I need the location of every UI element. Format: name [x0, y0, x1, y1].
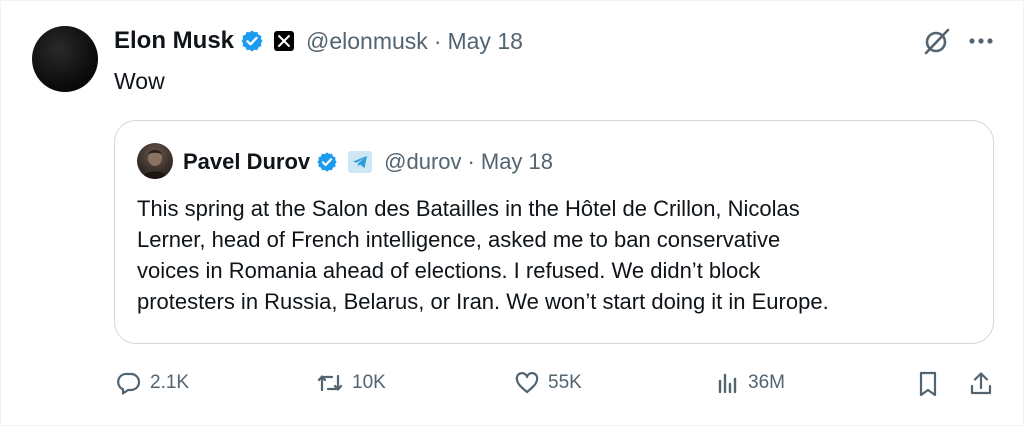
telegram-icon[interactable]: [348, 151, 373, 173]
quoted-verified-badge-icon[interactable]: [316, 151, 338, 173]
tweet-date[interactable]: May 18: [447, 28, 522, 55]
reply-count: 2.1K: [150, 372, 190, 393]
retweet-icon: [317, 374, 343, 392]
views-button[interactable]: 36M: [716, 370, 785, 396]
author-name[interactable]: Elon Musk: [114, 27, 234, 55]
author-avatar[interactable]: [32, 26, 98, 92]
tweet-text: Wow: [114, 68, 165, 94]
bookmark-button[interactable]: [916, 370, 940, 398]
tweet-header: Elon Musk @elonmusk · May 18: [114, 26, 523, 56]
share-button[interactable]: [968, 370, 994, 398]
quoted-text-line: protesters in Russia, Belarus, or Iran. …: [137, 289, 829, 314]
reply-button[interactable]: 2.1K: [116, 370, 189, 396]
reply-icon: [117, 372, 141, 395]
share-icon: [970, 372, 992, 395]
quoted-tweet[interactable]: Pavel Durov @durov · May 18 This spring …: [114, 120, 994, 344]
quoted-text: This spring at the Salon des Batailles i…: [137, 193, 977, 317]
like-count: 55K: [548, 372, 582, 393]
header-separator: ·: [433, 27, 442, 54]
views-count: 36M: [748, 372, 785, 393]
quoted-author-avatar[interactable]: [137, 143, 173, 179]
views-chart-icon: [718, 373, 737, 394]
x-logo-icon[interactable]: [274, 31, 295, 51]
grok-icon[interactable]: [922, 26, 952, 56]
quoted-author-handle[interactable]: @durov: [384, 149, 461, 175]
quoted-text-line: This spring at the Salon des Batailles i…: [137, 196, 800, 221]
bookmark-icon: [919, 371, 937, 397]
quoted-text-line: Lerner, head of French intelligence, ask…: [137, 227, 781, 252]
retweet-button[interactable]: 10K: [316, 370, 386, 396]
verified-badge-icon[interactable]: [240, 29, 264, 53]
heart-icon: [515, 372, 539, 394]
quoted-author-name[interactable]: Pavel Durov: [183, 149, 310, 175]
action-bar: 2.1K 10K 55K 36M: [0, 368, 1024, 402]
quoted-text-line: voices in Romania ahead of elections. I …: [137, 258, 761, 283]
author-handle[interactable]: @elonmusk: [306, 28, 428, 55]
quoted-header: Pavel Durov @durov · May 18: [183, 147, 553, 177]
retweet-count: 10K: [352, 372, 386, 393]
like-button[interactable]: 55K: [514, 370, 582, 396]
more-options-icon[interactable]: [966, 31, 996, 51]
quoted-date[interactable]: May 18: [481, 149, 553, 175]
quoted-header-separator: ·: [467, 149, 475, 174]
